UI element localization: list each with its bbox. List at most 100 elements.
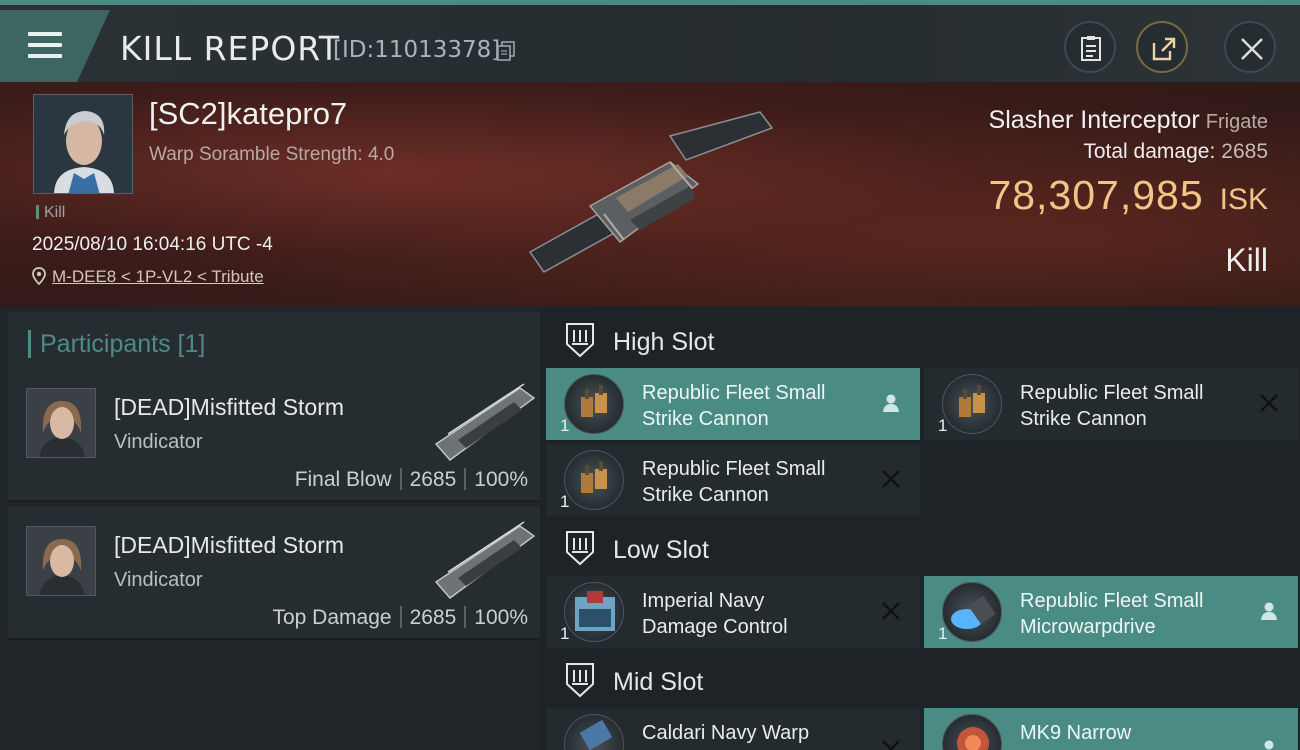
destroyed-x-icon — [1260, 394, 1278, 412]
module-name: Caldari Navy Warp — [642, 720, 809, 746]
module-name: Imperial Navy Damage Control — [642, 588, 788, 640]
participant-stats: Top Damage 2685 100% — [272, 606, 528, 630]
stat-divider — [399, 606, 402, 628]
person-icon — [1264, 740, 1274, 750]
participant-damage: 2685 — [409, 606, 457, 629]
ship-class: Frigate — [1205, 111, 1268, 133]
participant-ship: Vindicator — [114, 431, 203, 453]
stat-divider — [464, 606, 467, 628]
destroyed-x-icon — [882, 740, 900, 750]
warp-module-icon — [564, 714, 624, 750]
module-name: Republic Fleet Small Strike Cannon — [642, 380, 825, 432]
module-name-line1: Republic Fleet Small — [1020, 590, 1204, 612]
participants-header: Participants [1] — [8, 312, 540, 370]
participants-heading: Participants [1] — [40, 330, 206, 358]
module-qty: 1 — [560, 416, 570, 435]
module-item[interactable]: 1 Republic Fleet Small Strike Cannon — [924, 368, 1298, 440]
participant-ship-image — [434, 521, 536, 599]
pilot-avatar-icon — [27, 527, 95, 595]
module-qty: 1 — [560, 624, 570, 643]
module-name-line1: Republic Fleet Small — [642, 382, 826, 404]
cannon-icon — [564, 374, 624, 434]
narrow-module-icon — [942, 714, 1002, 750]
victim-portrait[interactable] — [33, 94, 133, 194]
participant-stats: Final Blow 2685 100% — [295, 468, 528, 492]
menu-button[interactable] — [0, 10, 110, 82]
participant-name: [DEAD]Misfitted Storm — [114, 532, 345, 558]
kill-banner: [SC2]katepro7 Warp Soramble Strength: 4.… — [0, 82, 1300, 306]
module-name-line1: Imperial Navy — [642, 590, 765, 612]
cannon-icon — [942, 374, 1002, 434]
close-button[interactable] — [1224, 21, 1276, 73]
participant-ship-image — [434, 383, 536, 461]
participant-percent: 100% — [474, 468, 528, 491]
copy-icon[interactable] — [497, 41, 515, 61]
destroyed-x-icon — [882, 470, 900, 488]
report-id: [ID:11013378] — [333, 37, 501, 63]
module-name-line1: MK9 Narrow — [1020, 722, 1132, 744]
module-name-line2: Strike Cannon — [642, 408, 769, 430]
isk-value: 78,307,985 ISK — [988, 172, 1268, 219]
total-damage: Total damage: 2685 — [1083, 140, 1268, 164]
microwarpdrive-icon — [942, 582, 1002, 642]
participant-role: Final Blow — [294, 468, 392, 491]
pilot-avatar-icon — [27, 389, 95, 457]
person-icon — [883, 394, 899, 412]
module-name-line2: Damage Control — [642, 616, 788, 638]
module-qty: 1 — [938, 416, 948, 435]
isk-unit: ISK — [1219, 183, 1268, 216]
module-name-line1: Republic Fleet Small — [1020, 382, 1204, 404]
stat-divider — [464, 468, 467, 490]
participant-avatar — [26, 388, 96, 458]
module-item[interactable]: 1 Republic Fleet Small Strike Cannon — [546, 444, 920, 516]
clipboard-icon — [1081, 36, 1101, 61]
total-damage-value: 2685 — [1221, 140, 1268, 163]
cannon-icon — [564, 450, 624, 510]
kill-tag: Kill — [36, 204, 65, 222]
module-item[interactable]: 1 Imperial Navy Damage Control — [546, 576, 920, 648]
page-title: KILL REPORT — [120, 29, 340, 68]
warp-scramble-strength: Warp Soramble Strength: 4.0 — [149, 144, 395, 165]
module-name-line1: Republic Fleet Small — [642, 458, 826, 480]
kill-location[interactable]: M-DEE8 < 1P-VL2 < Tribute — [32, 267, 264, 287]
module-name: Republic Fleet Small Strike Cannon — [642, 456, 825, 508]
slot-shield-icon — [566, 531, 594, 566]
slot-shield-icon — [566, 663, 594, 698]
module-name: MK9 Narrow — [1020, 720, 1131, 746]
module-name: Republic Fleet Small Strike Cannon — [1020, 380, 1203, 432]
module-name-line2: Microwarpdrive — [1020, 616, 1156, 638]
high-slot-label: High Slot — [613, 328, 715, 356]
share-button[interactable] — [1136, 21, 1188, 73]
close-icon — [1241, 38, 1263, 60]
participant-ship: Vindicator — [114, 569, 203, 591]
high-slot-header: High Slot — [548, 310, 1300, 370]
module-name-line2: Strike Cannon — [642, 484, 769, 506]
total-damage-label: Total damage: — [1083, 140, 1216, 163]
kill-timestamp: 2025/08/10 16:04:16 UTC -4 — [32, 234, 273, 255]
module-item[interactable]: Caldari Navy Warp — [546, 708, 920, 750]
module-item[interactable]: 1 Republic Fleet Small Strike Cannon — [546, 368, 920, 440]
destroyed-x-icon — [882, 602, 900, 620]
slot-shield-icon — [566, 323, 594, 358]
module-item[interactable]: 1 Republic Fleet Small Microwarpdrive — [924, 576, 1298, 648]
low-slot-header: Low Slot — [548, 518, 1300, 578]
mid-slot-header: Mid Slot — [548, 650, 1300, 710]
result-label: Kill — [1225, 242, 1268, 278]
victim-pilot-name[interactable]: [SC2]katepro7 — [149, 96, 347, 132]
isk-amount: 78,307,985 — [988, 172, 1204, 218]
victim-ship-name[interactable]: Slasher Interceptor Frigate — [989, 106, 1268, 135]
module-name: Republic Fleet Small Microwarpdrive — [1020, 588, 1203, 640]
fitting-panel: High Slot 1 Republic Fleet Small Strike C… — [540, 306, 1300, 750]
participant-role: Top Damage — [272, 606, 392, 629]
module-qty: 1 — [560, 492, 570, 511]
module-item[interactable]: MK9 Narrow — [924, 708, 1298, 750]
ship-name: Slasher Interceptor — [988, 106, 1200, 134]
damage-control-icon — [564, 582, 624, 642]
module-name-line1: Caldari Navy Warp — [642, 722, 810, 744]
person-icon — [1261, 602, 1277, 620]
participant-percent: 100% — [474, 606, 528, 629]
participant-row[interactable]: [DEAD]Misfitted Storm Vindicator Final B… — [8, 368, 540, 502]
participant-row[interactable]: [DEAD]Misfitted Storm Vindicator Top Dam… — [8, 506, 540, 640]
clipboard-button[interactable] — [1064, 21, 1116, 73]
victim-ship-image — [528, 111, 774, 273]
